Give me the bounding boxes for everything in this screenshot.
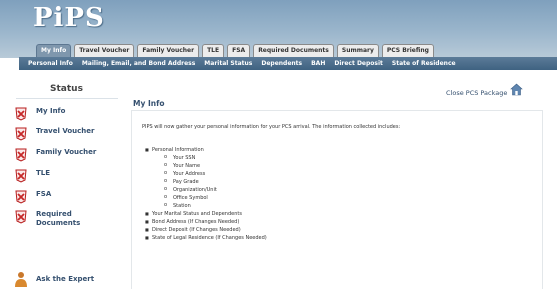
subnav-state-of-residence[interactable]: State of Residence (392, 60, 456, 67)
sidebar-item-family-voucher[interactable]: Family Voucher (14, 148, 116, 162)
subnav-dependents[interactable]: Dependents (261, 60, 302, 67)
list-item: Your Marital Status and Dependents (145, 210, 267, 218)
sidebar-item-required-documents[interactable]: Required Documents (14, 210, 116, 227)
incomplete-status-icon (15, 127, 27, 141)
incomplete-status-icon (15, 107, 27, 121)
incomplete-status-icon (15, 190, 27, 204)
tab-pcs-briefing[interactable]: PCS Briefing (381, 44, 434, 57)
info-list: Personal Information Your SSN Your Name … (145, 146, 267, 242)
expert-label: Ask the Expert (36, 275, 95, 283)
list-item: Bond Address (If Changes Needed) (145, 218, 267, 226)
sidebar-item-my-info[interactable]: My Info (14, 107, 116, 121)
sidebar-item-label: Travel Voucher (36, 127, 95, 135)
sidebar-item-label: TLE (36, 169, 51, 177)
tab-required-documents[interactable]: Required Documents (253, 44, 334, 57)
sidebar-item-travel-voucher[interactable]: Travel Voucher (14, 127, 116, 141)
ask-the-expert-link[interactable]: Ask the Expert (14, 271, 94, 287)
list-subitem: Station (145, 201, 267, 210)
app-header: PiPS My Info Travel Voucher Family Vouch… (0, 0, 557, 58)
main-tabs: My Info Travel Voucher Family Voucher TL… (36, 44, 437, 57)
sidebar-item-label: My Info (36, 107, 66, 115)
app-logo: PiPS (33, 3, 105, 33)
incomplete-status-icon (15, 169, 27, 183)
sub-navigation: Personal Info Mailing, Email, and Bond A… (19, 57, 557, 70)
tab-family-voucher[interactable]: Family Voucher (137, 44, 200, 57)
status-heading: Status (50, 84, 83, 94)
status-divider (16, 98, 118, 99)
sidebar-item-label: Family Voucher (36, 148, 97, 156)
sidebar-item-tle[interactable]: TLE (14, 169, 116, 183)
intro-text: PIPS will now gather your personal infor… (142, 124, 401, 130)
tab-my-info[interactable]: My Info (36, 44, 72, 57)
home-icon[interactable] (510, 83, 523, 96)
sidebar-item-fsa[interactable]: FSA (14, 190, 116, 204)
tab-tle[interactable]: TLE (202, 44, 225, 57)
list-item: Direct Deposit (If Changes Needed) (145, 226, 267, 234)
list-item: State of Legal Residence (If Changes Nee… (145, 234, 267, 242)
tab-travel-voucher[interactable]: Travel Voucher (74, 44, 135, 57)
page-title: My Info (133, 99, 165, 108)
tab-summary[interactable]: Summary (336, 44, 379, 57)
incomplete-status-icon (15, 148, 27, 162)
expert-person-icon (15, 272, 27, 287)
subnav-mailing-address[interactable]: Mailing, Email, and Bond Address (82, 60, 195, 67)
sidebar-item-label: Required Documents (36, 210, 81, 227)
incomplete-status-icon (15, 210, 27, 224)
sidebar-item-label: FSA (36, 190, 52, 198)
subnav-personal-info[interactable]: Personal Info (28, 60, 73, 67)
subnav-direct-deposit[interactable]: Direct Deposit (334, 60, 383, 67)
close-pcs-package-link[interactable]: Close PCS Package (446, 89, 507, 97)
tab-fsa[interactable]: FSA (227, 44, 251, 57)
subnav-bah[interactable]: BAH (311, 60, 325, 67)
subnav-marital-status[interactable]: Marital Status (204, 60, 252, 67)
